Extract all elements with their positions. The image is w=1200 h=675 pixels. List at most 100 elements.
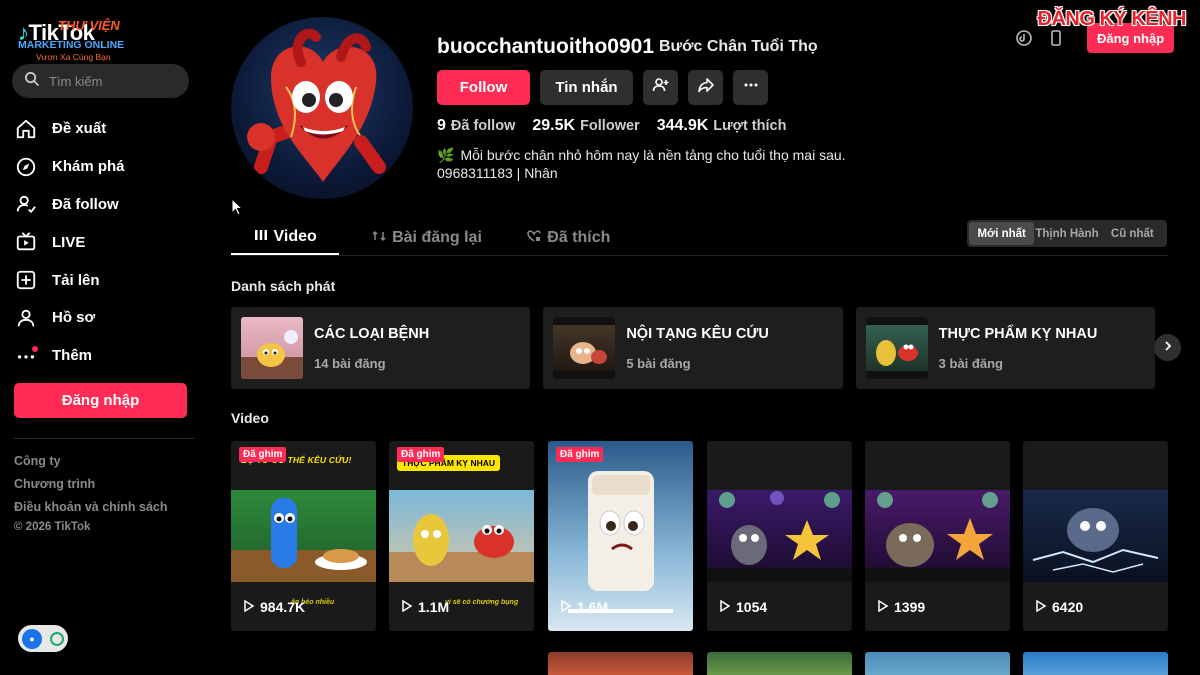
sidebar-item-label: Hồ sơ: [52, 309, 96, 327]
tab-label: Video: [273, 228, 317, 245]
playlists-heading: Danh sách phát: [231, 278, 336, 294]
view-count: 1.1M: [401, 599, 449, 615]
video-thumbnail: [389, 490, 534, 582]
video-card[interactable]: 6420: [1023, 441, 1168, 631]
video-card[interactable]: Đã ghim BỘ TỨ CÓ THỂ KÊU CỨU! ăn béo nhi…: [231, 441, 376, 631]
overlay-marketing-text: MARKETING ONLINE: [18, 39, 125, 51]
sidebar: ♪TikTok THƯ VIỆN MARKETING ONLINE Vươn X…: [0, 0, 205, 675]
following-icon: [14, 192, 38, 216]
play-icon: [877, 599, 894, 615]
sidebar-item-upload[interactable]: Tải lên: [14, 261, 194, 299]
video-card[interactable]: Đã ghim THỰC PHẨM KỴ NHAU vì sẽ có chướn…: [389, 441, 534, 631]
add-friend-button[interactable]: [643, 70, 678, 105]
sidebar-item-explore[interactable]: Khám phá: [14, 148, 194, 186]
playlist-count: 5 bài đăng: [626, 355, 691, 371]
extension-toggle[interactable]: ●: [18, 625, 68, 652]
video-card[interactable]: Đã ghim 1.6M: [548, 441, 693, 631]
video-card-partial[interactable]: [865, 652, 1010, 675]
sidebar-item-following[interactable]: Đã follow: [14, 186, 194, 224]
video-card[interactable]: 1399: [865, 441, 1010, 631]
video-card-partial[interactable]: [548, 652, 693, 675]
view-count: 984.7K: [243, 599, 305, 615]
playlist-card[interactable]: NỘI TẠNG KÊU CỨU 5 bài đăng: [543, 307, 843, 389]
home-icon: [14, 117, 38, 141]
video-subcaption: vì sẽ có chướng bụng: [445, 599, 519, 606]
profile-avatar: [231, 17, 413, 199]
sidebar-item-label: LIVE: [52, 233, 86, 251]
sort-newest[interactable]: Mới nhất: [969, 222, 1035, 245]
followers-label: Follower: [580, 118, 640, 134]
sidebar-login-button[interactable]: Đăng nhập: [14, 383, 187, 418]
chevron-right-icon: [1162, 339, 1174, 357]
play-icon: [1035, 599, 1052, 615]
profile-tabs: Video Bài đăng lại Đã thích: [231, 221, 651, 255]
video-card-partial[interactable]: [707, 652, 852, 675]
video-thumbnail: [231, 490, 376, 582]
sort-popular[interactable]: Thịnh Hành: [1034, 222, 1099, 245]
sort-oldest[interactable]: Cũ nhất: [1100, 222, 1165, 245]
playlist-row: CÁC LOẠI BỆNH 14 bài đăng NỘI TẠNG KÊU C…: [231, 307, 1168, 389]
subscribe-banner: ĐĂNG KÝ KÊNH: [1037, 8, 1187, 30]
video-card-partial[interactable]: [1023, 652, 1168, 675]
search-input[interactable]: [49, 73, 179, 89]
video-grid: Đã ghim BỘ TỨ CÓ THỂ KÊU CỨU! ăn béo nhi…: [231, 441, 1168, 631]
share-button[interactable]: [688, 70, 723, 105]
sidebar-item-more[interactable]: Thêm: [14, 337, 194, 375]
follow-button[interactable]: Follow: [437, 70, 530, 105]
tab-liked[interactable]: Đã thích: [515, 221, 623, 255]
overlay-slogan-text: Vươn Xa Cùng Bạn: [36, 52, 111, 62]
footer-link-company[interactable]: Công ty: [14, 452, 168, 475]
footer-links: Công ty Chương trình Điều khoản và chính…: [14, 452, 168, 521]
live-icon: [14, 230, 38, 254]
pinned-badge: Đã ghim: [239, 447, 287, 462]
playlist-title: NỘI TẠNG KÊU CỨU: [626, 325, 769, 342]
sidebar-item-live[interactable]: LIVE: [14, 223, 194, 261]
tab-label: Đã thích: [547, 229, 611, 246]
overlay-library-text: THƯ VIỆN: [58, 18, 120, 33]
ellipsis-icon: [742, 76, 760, 99]
profile-icon: [14, 306, 38, 330]
footer-link-terms[interactable]: Điều khoản và chính sách: [14, 498, 168, 521]
playlist-card[interactable]: CÁC LOẠI BỆNH 14 bài đăng: [231, 307, 531, 389]
playlist-count: 14 bài đăng: [314, 355, 386, 371]
video-thumbnail: [865, 490, 1010, 582]
tiktok-logo[interactable]: ♪TikTok THƯ VIỆN MARKETING ONLINE Vươn X…: [18, 14, 198, 66]
playlist-next-button[interactable]: [1154, 334, 1181, 361]
video-thumbnail: [707, 490, 852, 582]
more-options-button[interactable]: [733, 70, 768, 105]
tab-reposts[interactable]: Bài đăng lại: [367, 221, 486, 255]
likes-label: Lượt thích: [713, 118, 787, 134]
grid-icon: [254, 228, 274, 247]
copyright-text: © 2026 TikTok: [14, 521, 91, 533]
search-icon: [24, 71, 39, 91]
search-bar[interactable]: [12, 64, 189, 98]
upload-icon: [14, 268, 38, 292]
view-count: 6420: [1035, 599, 1083, 615]
profile-bio: 🌿 Mỗi bước chân nhỏ hôm nay là nền tảng c…: [437, 146, 846, 182]
playlist-card[interactable]: THỰC PHẨM KỴ NHAU 3 bài đăng: [855, 307, 1155, 389]
mouse-cursor-icon: [231, 198, 243, 216]
sidebar-nav: Đề xuất Khám phá Đã follow LIVE Tải lên …: [14, 110, 194, 375]
profile-actions: Follow Tin nhắn: [437, 70, 768, 105]
play-icon: [243, 599, 260, 615]
share-icon: [697, 76, 715, 99]
videos-heading: Video: [231, 410, 269, 426]
footer-link-program[interactable]: Chương trình: [14, 475, 168, 498]
tabs-divider: [231, 255, 1168, 256]
sidebar-item-recommended[interactable]: Đề xuất: [14, 110, 194, 148]
video-card[interactable]: 1054: [707, 441, 852, 631]
sidebar-item-label: Đề xuất: [52, 120, 107, 138]
sidebar-item-label: Tải lên: [52, 271, 100, 289]
playlist-title: THỰC PHẨM KỴ NHAU: [938, 325, 1098, 342]
tab-videos[interactable]: Video: [231, 221, 340, 255]
sidebar-item-profile[interactable]: Hồ sơ: [14, 299, 194, 337]
playlist-thumbnail: [241, 317, 303, 379]
more-icon: [14, 344, 38, 368]
repost-icon: [372, 229, 392, 248]
add-user-icon: [652, 76, 670, 99]
sort-switch: Mới nhất Thịnh Hành Cũ nhất: [967, 220, 1167, 247]
coin-icon[interactable]: [1013, 27, 1035, 49]
message-button[interactable]: Tin nhắn: [540, 70, 633, 105]
play-icon: [719, 599, 736, 615]
record-icon: ●: [22, 628, 42, 649]
